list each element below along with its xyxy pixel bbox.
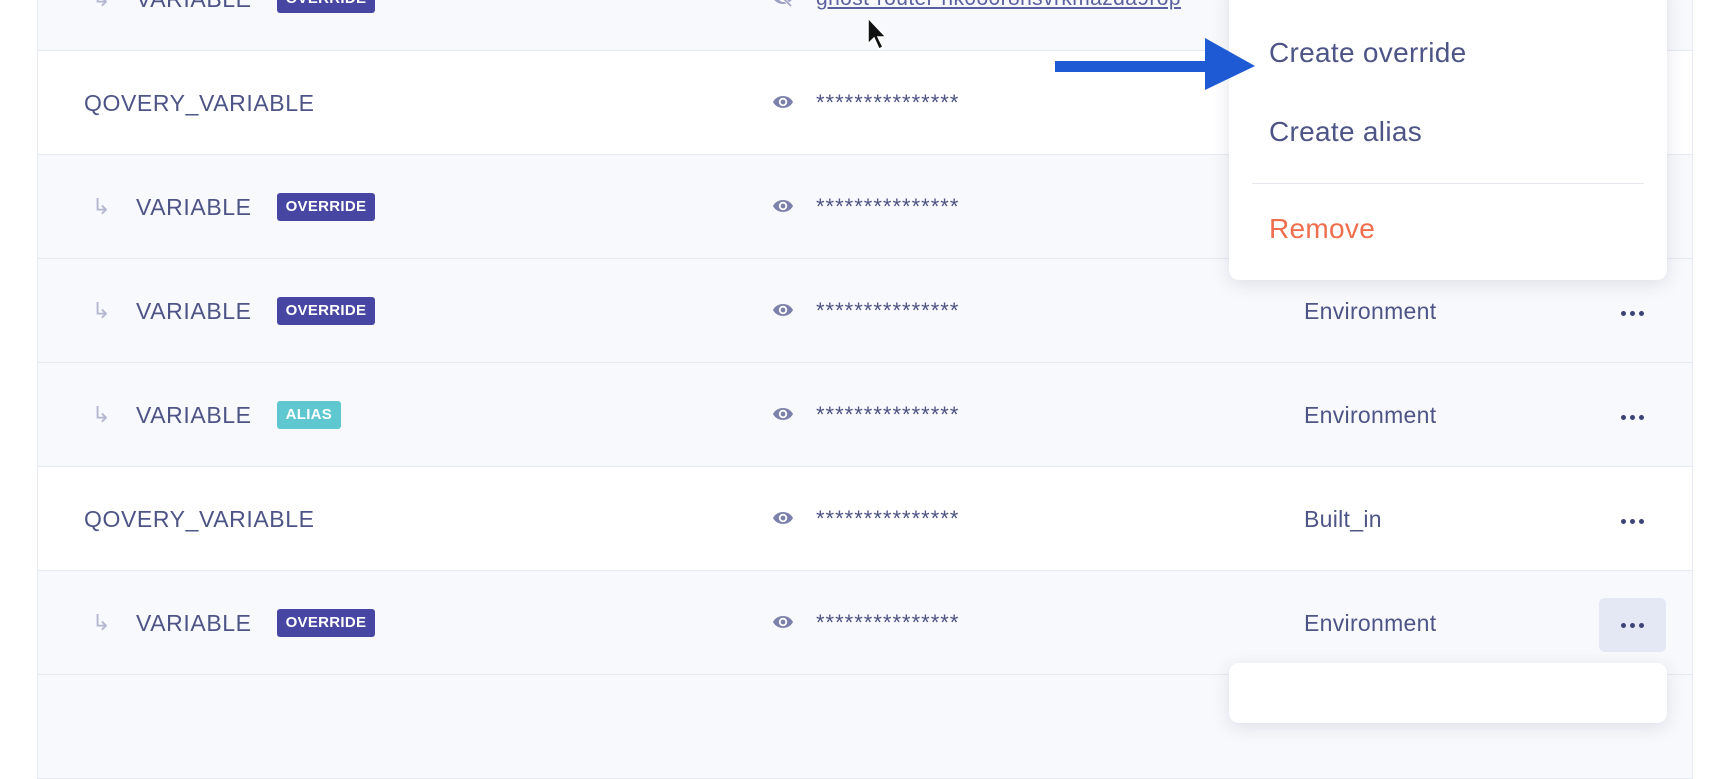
override-badge: OVERRIDE	[276, 193, 376, 221]
show-value-icon[interactable]	[772, 197, 794, 217]
hide-value-icon[interactable]	[772, 0, 794, 9]
show-value-icon[interactable]	[772, 405, 794, 425]
mouse-cursor-icon	[867, 16, 888, 50]
variable-scope: Environment	[1304, 401, 1437, 428]
variable-scope: Environment	[1304, 609, 1437, 636]
row-actions-menu-secondary	[1229, 663, 1667, 723]
menu-divider	[1252, 183, 1644, 184]
table-row: QOVERY_VARIABLE *************** Built_in	[38, 467, 1692, 571]
more-actions-button[interactable]	[1599, 494, 1666, 548]
table-row: ↳ VARIABLE ALIAS *************** Environment	[38, 363, 1692, 467]
variable-value-masked: ***************	[816, 610, 960, 635]
variable-key: QOVERY_VARIABLE	[84, 505, 315, 532]
variable-key: QOVERY_VARIABLE	[84, 89, 315, 116]
variable-value-masked: ***************	[816, 298, 960, 323]
variable-name: ↳ VARIABLE OVERRIDE	[92, 259, 376, 363]
ellipsis-icon	[1621, 414, 1644, 420]
child-arrow-icon: ↳	[92, 402, 112, 427]
variable-value-masked: ***************	[816, 194, 960, 219]
remove-menu-item[interactable]: Remove	[1269, 213, 1375, 245]
variable-scope: Built_in	[1304, 505, 1382, 532]
alias-badge: ALIAS	[276, 401, 342, 429]
more-actions-button[interactable]	[1599, 390, 1666, 444]
show-value-icon[interactable]	[772, 509, 794, 529]
ellipsis-icon	[1621, 622, 1644, 628]
show-value-icon[interactable]	[772, 301, 794, 321]
create-override-menu-item[interactable]: Create override	[1269, 37, 1466, 69]
show-value-icon[interactable]	[772, 613, 794, 633]
variable-key: VARIABLE	[136, 401, 252, 428]
variable-name: ↳ VARIABLE OVERRIDE	[92, 571, 376, 675]
variable-value-masked: ***************	[816, 402, 960, 427]
variable-name: ↳ VARIABLE OVERRIDE	[92, 155, 376, 259]
table-row: ↳ VARIABLE OVERRIDE *************** Environm…	[38, 571, 1692, 675]
variable-key: VARIABLE	[136, 609, 252, 636]
variable-key: VARIABLE	[136, 297, 252, 324]
row-actions-menu: Create override Create alias Remove	[1229, 0, 1667, 280]
variable-value-masked: ***************	[816, 90, 960, 115]
override-badge: OVERRIDE	[276, 297, 376, 325]
create-alias-menu-item[interactable]: Create alias	[1269, 116, 1422, 148]
ellipsis-icon	[1621, 310, 1644, 316]
more-actions-button[interactable]	[1599, 598, 1666, 652]
ellipsis-icon	[1621, 518, 1644, 524]
variable-name: QOVERY_VARIABLE	[84, 51, 315, 155]
variable-name: ↳VARIABLE OVERRIDE	[92, 0, 376, 51]
child-arrow-icon: ↳	[92, 298, 112, 323]
pointer-arrow-icon	[1055, 38, 1255, 90]
variable-name: ↳ VARIABLE ALIAS	[92, 363, 342, 467]
child-arrow-icon: ↳	[92, 0, 136, 12]
show-value-icon[interactable]	[772, 93, 794, 113]
override-badge: OVERRIDE	[276, 609, 376, 637]
variable-key: VARIABLE	[136, 0, 252, 13]
variable-key: VARIABLE	[136, 193, 252, 220]
child-arrow-icon: ↳	[92, 610, 112, 635]
override-badge: OVERRIDE	[276, 0, 376, 13]
child-arrow-icon: ↳	[92, 194, 112, 219]
variable-name: QOVERY_VARIABLE	[84, 467, 315, 571]
variable-value-masked: ***************	[816, 506, 960, 531]
more-actions-button[interactable]	[1599, 286, 1666, 340]
